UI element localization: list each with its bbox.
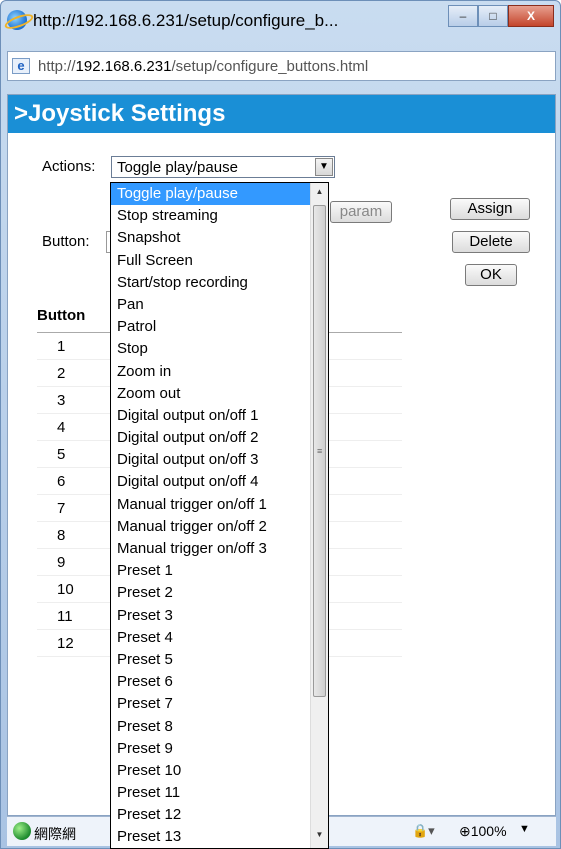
dropdown-option[interactable]: Preset 6 [111,671,328,693]
row-number: 4 [57,419,66,436]
row-number: 11 [57,608,73,625]
dropdown-option[interactable]: Snapshot [111,227,328,249]
address-text[interactable]: http://192.168.6.231/setup/configure_but… [38,58,368,75]
row-number: 7 [57,500,66,517]
url-host: 192.168.6.231 [75,58,172,75]
delete-button[interactable]: Delete [452,231,530,253]
title-bar: http://192.168.6.231/setup/configure_b..… [5,5,558,39]
maximize-button[interactable]: □ [478,5,508,27]
dropdown-option[interactable]: Digital output on/off 2 [111,427,328,449]
dropdown-option[interactable]: Start/stop recording [111,272,328,294]
row-number: 10 [57,581,74,598]
dropdown-option[interactable]: Full Screen [111,250,328,272]
url-path: /setup/configure_buttons.html [171,58,369,75]
row-number: 1 [57,338,66,355]
row-number: 2 [57,365,66,382]
globe-icon [13,822,31,840]
page-icon: e [12,58,30,74]
assign-button[interactable]: Assign [450,198,530,220]
minimize-button[interactable]: – [448,5,478,27]
dropdown-option[interactable]: Preset 13 [111,826,328,848]
row-number: 8 [57,527,66,544]
dropdown-option[interactable]: Digital output on/off 3 [111,449,328,471]
grip-icon: ≡ [317,446,323,456]
dropdown-option[interactable]: Preset 12 [111,804,328,826]
dropdown-option[interactable]: Manual trigger on/off 2 [111,516,328,538]
dropdown-option[interactable]: Preset 3 [111,605,328,627]
page-title: >Joystick Settings [8,95,555,133]
ie-icon [7,10,27,30]
dropdown-option[interactable]: Digital output on/off 4 [111,471,328,493]
zoom-value: 100% [470,823,507,839]
chevron-down-icon[interactable]: ▼ [519,823,530,835]
button-label: Button: [42,233,90,250]
dropdown-option[interactable]: Preset 10 [111,760,328,782]
scroll-down-icon[interactable]: ▼ [313,830,326,844]
dropdown-option[interactable]: Stop streaming [111,205,328,227]
row-number: 6 [57,473,66,490]
zone-icon[interactable]: 🔒▾ [412,823,435,839]
dropdown-option[interactable]: Preset 2 [111,582,328,604]
table-header-button: Button [37,307,86,324]
close-button[interactable]: X [508,5,554,27]
address-bar[interactable]: e http://192.168.6.231/setup/configure_b… [7,51,556,81]
row-number: 5 [57,446,66,463]
window-title: http://192.168.6.231/setup/configure_b..… [33,11,339,30]
zoom-level[interactable]: ⊕100% [459,823,507,840]
dropdown-option[interactable]: Manual trigger on/off 1 [111,494,328,516]
url-prefix: http:// [38,58,76,75]
row-number: 12 [57,635,74,652]
option-list: Toggle play/pause Stop streaming Snapshot F… [111,183,328,848]
dropdown-option[interactable]: Zoom out [111,383,328,405]
actions-select[interactable]: Toggle play/pause ▼ [111,156,335,178]
scroll-up-icon[interactable]: ▲ [313,187,326,201]
dropdown-option[interactable]: Preset 5 [111,649,328,671]
dropdown-option[interactable]: Stop [111,338,328,360]
window-controls: – □ X [448,5,554,29]
dropdown-option[interactable]: Preset 1 [111,560,328,582]
actions-label: Actions: [42,158,96,175]
dropdown-option[interactable]: Preset 7 [111,693,328,715]
dropdown-option[interactable]: Patrol [111,316,328,338]
ok-button[interactable]: OK [465,264,517,286]
dropdown-option[interactable]: Preset 4 [111,627,328,649]
actions-dropdown-list[interactable]: Toggle play/pause Stop streaming Snapshot F… [110,182,329,849]
dropdown-option[interactable]: Preset 11 [111,782,328,804]
dropdown-option[interactable]: Toggle play/pause [111,183,328,206]
dropdown-scrollbar[interactable]: ▲ ≡ ▼ [310,183,328,848]
dropdown-option[interactable]: Pan [111,294,328,316]
chevron-down-icon[interactable]: ▼ [315,158,333,176]
zoom-icon: ⊕ [459,823,471,839]
dropdown-option[interactable]: Digital output on/off 1 [111,405,328,427]
dropdown-option[interactable]: Zoom in [111,361,328,383]
param-button[interactable]: param [330,201,392,223]
scrollbar-thumb[interactable]: ≡ [313,205,326,697]
dropdown-option[interactable]: Preset 9 [111,738,328,760]
status-text: 網際網 [34,826,76,842]
row-number: 3 [57,392,66,409]
actions-select-value: Toggle play/pause [117,159,238,176]
dropdown-option[interactable]: Manual trigger on/off 3 [111,538,328,560]
row-number: 9 [57,554,66,571]
dropdown-option[interactable]: Preset 8 [111,716,328,738]
